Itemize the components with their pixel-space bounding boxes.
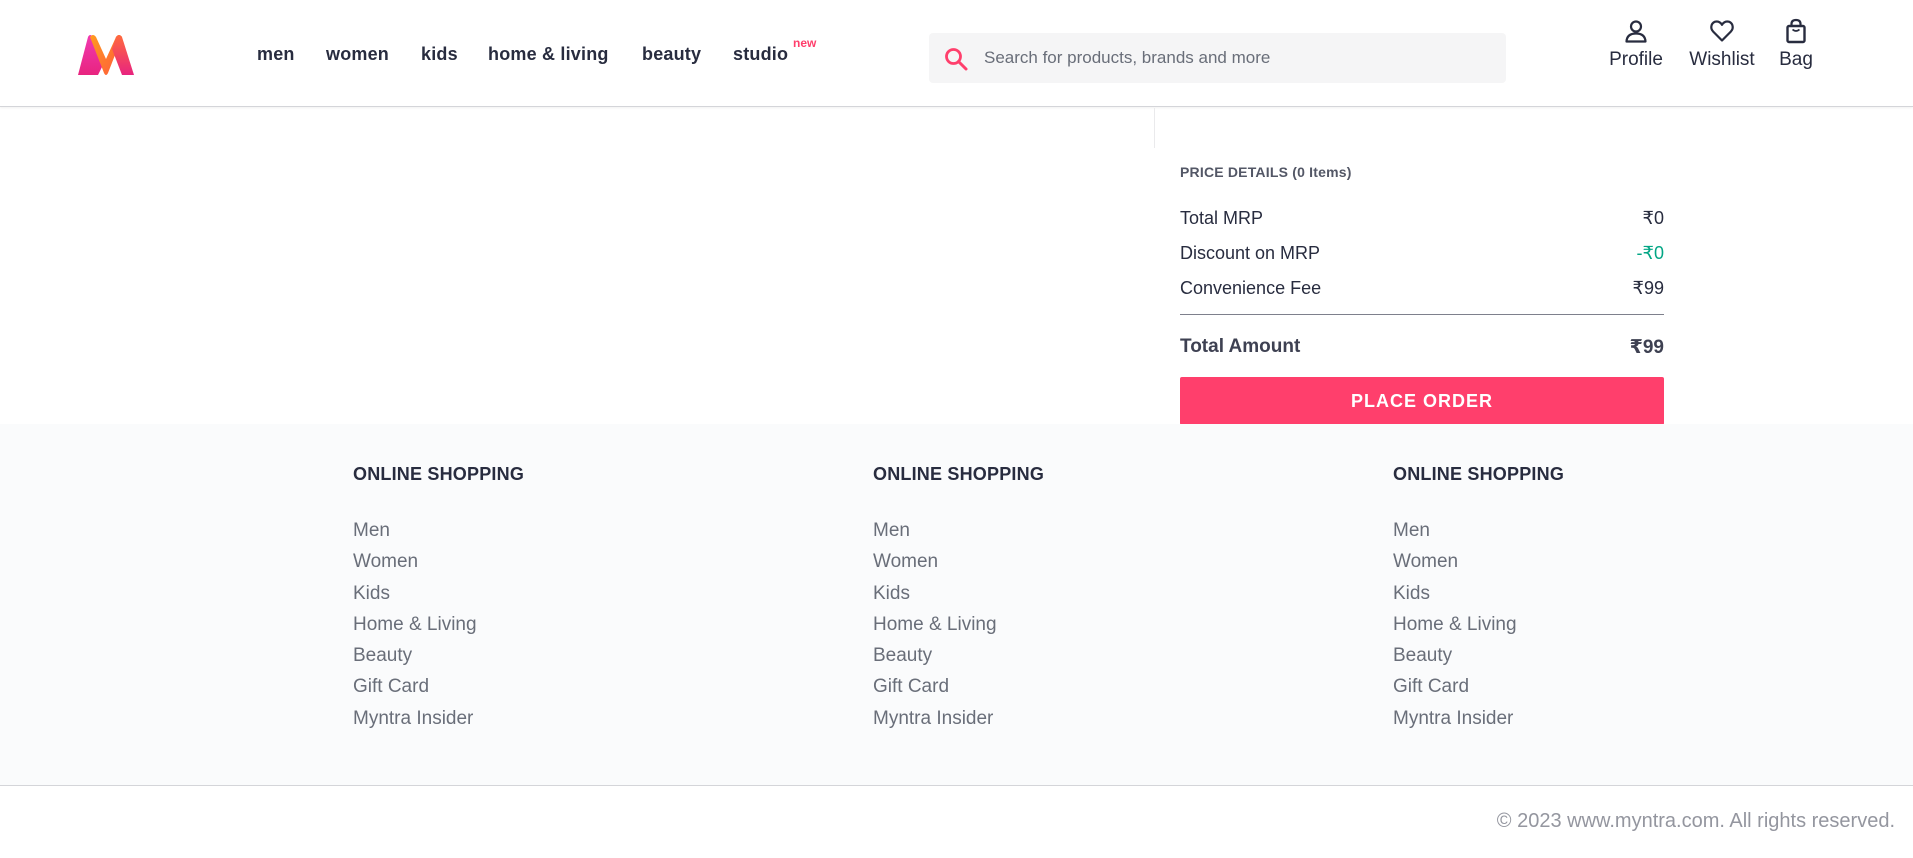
- footer-link-men[interactable]: Men: [353, 515, 524, 546]
- footer-link-kids[interactable]: Kids: [873, 578, 1044, 609]
- footer-link-beauty[interactable]: Beauty: [1393, 640, 1564, 671]
- nav-beauty[interactable]: beauty: [642, 44, 701, 65]
- price-row-total-mrp: Total MRP ₹0: [1180, 208, 1664, 232]
- nav-studio-new-badge: new: [793, 36, 817, 50]
- content-divider: [1154, 108, 1155, 148]
- footer-link-kids[interactable]: Kids: [1393, 578, 1564, 609]
- bag-icon: [1783, 18, 1809, 44]
- nav-women[interactable]: women: [326, 44, 389, 65]
- search-input[interactable]: [984, 33, 1494, 83]
- footer-link-gift-card[interactable]: Gift Card: [353, 671, 524, 702]
- search-bar: [929, 33, 1506, 83]
- price-row-label: Convenience Fee: [1180, 278, 1322, 298]
- nav-home-living[interactable]: home & living: [488, 44, 609, 65]
- heart-icon: [1709, 18, 1735, 44]
- nav-men[interactable]: men: [257, 44, 295, 65]
- place-order-button[interactable]: PLACE ORDER: [1180, 377, 1664, 425]
- footer-column-title: ONLINE SHOPPING: [873, 464, 1045, 484]
- copyright-text: © 2023 www.myntra.com. All rights reserv…: [1496, 810, 1895, 832]
- myntra-logo[interactable]: [76, 33, 136, 77]
- footer: ONLINE SHOPPING Men Women Kids Home & Li…: [0, 424, 1913, 786]
- footer-link-home-living[interactable]: Home & Living: [1393, 609, 1564, 640]
- price-row-value: ₹0: [1642, 208, 1664, 228]
- nav-studio[interactable]: studio: [733, 44, 788, 65]
- footer-column-title: ONLINE SHOPPING: [353, 464, 525, 484]
- header: men women kids home & living beauty stud…: [0, 0, 1913, 107]
- footer-link-gift-card[interactable]: Gift Card: [873, 671, 1044, 702]
- footer-column-title: ONLINE SHOPPING: [1393, 464, 1565, 484]
- price-details-heading: PRICE DETAILS (0 Items): [1180, 164, 1352, 180]
- footer-column: ONLINE SHOPPING Men Women Kids Home & Li…: [1393, 464, 1564, 734]
- footer-link-men[interactable]: Men: [1393, 515, 1564, 546]
- footer-link-beauty[interactable]: Beauty: [873, 640, 1044, 671]
- footer-link-women[interactable]: Women: [873, 546, 1044, 577]
- nav-kids[interactable]: kids: [421, 44, 458, 65]
- price-row-label: Discount on MRP: [1180, 243, 1321, 263]
- price-row-value: -₹0: [1636, 243, 1664, 263]
- footer-link-myntra-insider[interactable]: Myntra Insider: [873, 703, 1044, 734]
- footer-link-kids[interactable]: Kids: [353, 578, 524, 609]
- footer-link-myntra-insider[interactable]: Myntra Insider: [1393, 703, 1564, 734]
- footer-link-women[interactable]: Women: [353, 546, 524, 577]
- footer-link-myntra-insider[interactable]: Myntra Insider: [353, 703, 524, 734]
- footer-link-women[interactable]: Women: [1393, 546, 1564, 577]
- footer-column: ONLINE SHOPPING Men Women Kids Home & Li…: [873, 464, 1044, 734]
- bag-button[interactable]: Bag: [1776, 18, 1816, 71]
- footer-link-beauty[interactable]: Beauty: [353, 640, 524, 671]
- price-row-discount: Discount on MRP -₹0: [1180, 243, 1664, 267]
- total-amount-label: Total Amount: [1180, 336, 1301, 357]
- price-details-panel: PRICE DETAILS (0 Items) Total MRP ₹0 Dis…: [1180, 164, 1664, 425]
- bag-label: Bag: [1779, 49, 1813, 70]
- price-divider: [1180, 314, 1664, 315]
- footer-link-gift-card[interactable]: Gift Card: [1393, 671, 1564, 702]
- profile-button[interactable]: Profile: [1604, 18, 1668, 71]
- total-amount-value: ₹99: [1629, 337, 1664, 358]
- footer-link-home-living[interactable]: Home & Living: [353, 609, 524, 640]
- profile-label: Profile: [1609, 49, 1663, 70]
- price-row-value: ₹99: [1632, 278, 1664, 298]
- profile-icon: [1623, 18, 1649, 44]
- footer-column: ONLINE SHOPPING Men Women Kids Home & Li…: [353, 464, 524, 734]
- wishlist-button[interactable]: Wishlist: [1686, 18, 1758, 71]
- wishlist-label: Wishlist: [1689, 49, 1755, 70]
- footer-link-home-living[interactable]: Home & Living: [873, 609, 1044, 640]
- search-icon[interactable]: [943, 46, 969, 72]
- footer-link-men[interactable]: Men: [873, 515, 1044, 546]
- price-row-convenience-fee: Convenience Fee ₹99: [1180, 278, 1664, 302]
- price-row-label: Total MRP: [1180, 208, 1264, 228]
